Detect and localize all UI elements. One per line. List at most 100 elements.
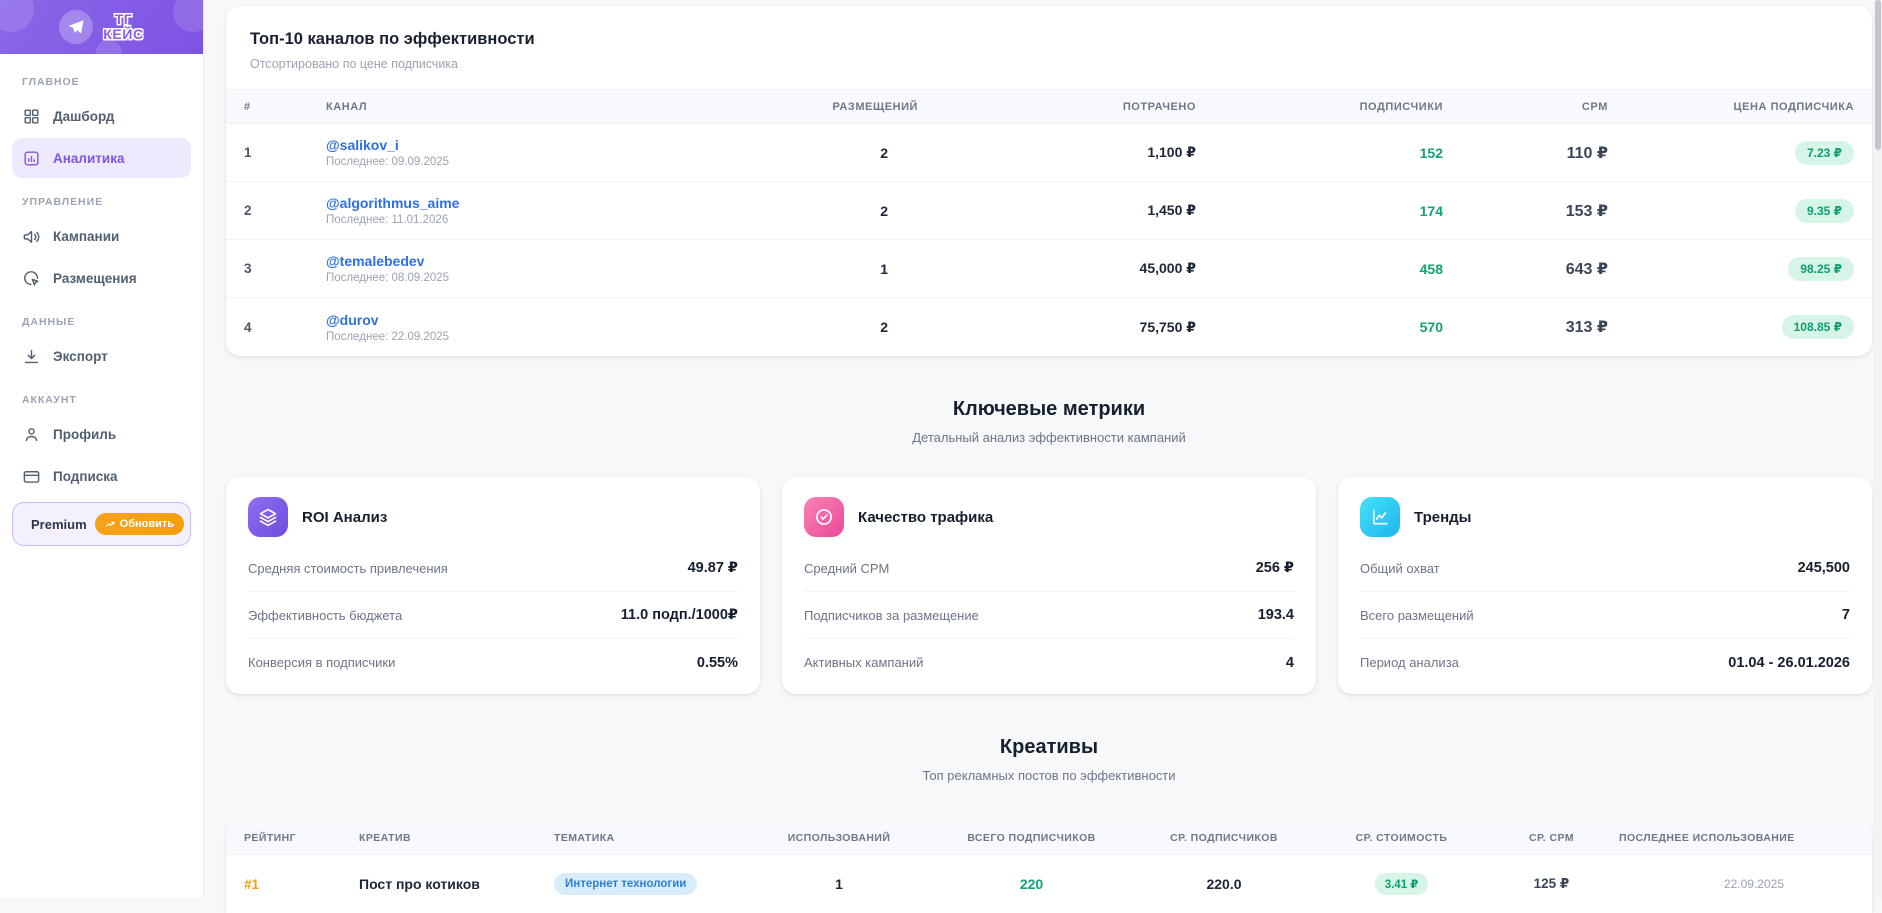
sidebar-item-campaigns[interactable]: Кампании: [12, 216, 191, 256]
col-spent: ПОТРАЧЕНО: [918, 101, 1196, 113]
cpm-value: 313 ₽: [1443, 317, 1608, 337]
sidebar-item-label: Экспорт: [53, 349, 108, 364]
sidebar-item-export[interactable]: Экспорт: [12, 336, 191, 376]
scrollbar-thumb[interactable]: [1875, 0, 1881, 150]
creative-name: Пост про котиков: [359, 876, 554, 892]
app-logo: ТГ КЕЙС: [0, 0, 203, 54]
sub-price-badge: 9.35 ₽: [1795, 199, 1854, 223]
metric-label: Всего размещений: [1360, 608, 1474, 623]
metric-label: Эффективность бюджета: [248, 608, 402, 623]
sidebar-item-analytics[interactable]: Аналитика: [12, 138, 191, 178]
creatives-section-title: Креативы: [226, 736, 1872, 759]
col-rating: РЕЙТИНГ: [244, 832, 359, 844]
row-rank: 1: [244, 145, 326, 160]
placements-value: 2: [668, 145, 918, 161]
metric-value: 193.4: [1258, 607, 1294, 623]
metric-row: Общий охват 245,500: [1360, 545, 1850, 592]
col-avg-cost: СР. СТОИМОСТЬ: [1319, 832, 1484, 844]
premium-banner: Premium Обновить: [12, 502, 191, 546]
cpm-value: 153 ₽: [1443, 201, 1608, 221]
channel-cell: @temalebedev Последнее: 08.09.2025: [326, 253, 668, 284]
roi-card: ROI Анализ Средняя стоимость привлечения…: [226, 477, 760, 694]
col-subscribers: ПОДПИСЧИКИ: [1196, 101, 1443, 113]
sidebar-item-label: Дашборд: [53, 109, 114, 124]
premium-label: Premium: [31, 517, 87, 532]
creatives-table-card: РЕЙТИНГ КРЕАТИВ ТЕМАТИКА ИСПОЛЬЗОВАНИЙ В…: [226, 821, 1872, 913]
app-logo-text: ТГ КЕЙС: [103, 12, 143, 41]
telegram-plane-icon: [59, 10, 93, 44]
col-placements: РАЗМЕЩЕНИЙ: [668, 101, 918, 113]
total-subscribers-value: 220: [934, 876, 1129, 892]
metric-value: 7: [1842, 607, 1850, 623]
sidebar-nav: ГЛАВНОЕ Дашборд Аналитика УПРАВЛЕНИЕ Кам…: [0, 76, 203, 496]
table-row: 1 @salikov_i Последнее: 09.09.2025 2 1,1…: [226, 124, 1872, 182]
topic-cell: Интернет технологии: [554, 873, 744, 895]
row-rank: 2: [244, 203, 326, 218]
sidebar-item-dashboard[interactable]: Дашборд: [12, 96, 191, 136]
trends-card-title: Тренды: [1414, 509, 1472, 526]
check-circle-icon: [804, 497, 844, 537]
metrics-section-title: Ключевые метрики: [226, 398, 1872, 421]
channel-link[interactable]: @salikov_i: [326, 137, 668, 153]
metrics-section-subtitle: Детальный анализ эффективности кампаний: [226, 430, 1872, 445]
sub-price-badge: 7.23 ₽: [1795, 141, 1854, 165]
metric-value: 11.0 подп./1000₽: [621, 607, 738, 623]
col-creative: КРЕАТИВ: [359, 832, 554, 844]
row-rank: 3: [244, 261, 326, 276]
sub-price-cell: 7.23 ₽: [1608, 141, 1854, 165]
metric-row: Активных кампаний 4: [804, 639, 1294, 686]
download-icon: [22, 347, 41, 366]
channel-link[interactable]: @algorithmus_aime: [326, 195, 668, 211]
metric-label: Средняя стоимость привлечения: [248, 561, 448, 576]
subscribers-value: 458: [1196, 261, 1443, 277]
col-channel: КАНАЛ: [326, 101, 668, 113]
upgrade-button[interactable]: Обновить: [95, 513, 184, 535]
traffic-quality-card-header: Качество трафика: [804, 497, 1294, 537]
metric-value: 245,500: [1798, 560, 1850, 576]
sidebar-item-label: Кампании: [53, 229, 119, 244]
sidebar-item-label: Подписка: [53, 469, 118, 484]
subscribers-value: 570: [1196, 319, 1443, 335]
sidebar-item-label: Размещения: [53, 271, 137, 286]
channel-link[interactable]: @durov: [326, 312, 668, 328]
metric-value: 256 ₽: [1256, 560, 1294, 576]
trends-card-header: Тренды: [1360, 497, 1850, 537]
creatives-table-head-row: РЕЙТИНГ КРЕАТИВ ТЕМАТИКА ИСПОЛЬЗОВАНИЙ В…: [226, 821, 1872, 855]
logo-bubble: [96, 40, 122, 54]
channels-table-header: Топ-10 каналов по эффективности Отсортир…: [226, 6, 1872, 89]
roi-card-header: ROI Анализ: [248, 497, 738, 537]
user-icon: [22, 425, 41, 444]
logo-bubble: [173, 0, 203, 32]
channel-cell: @salikov_i Последнее: 09.09.2025: [326, 137, 668, 168]
metric-label: Активных кампаний: [804, 655, 923, 670]
sidebar-item-label: Аналитика: [53, 151, 124, 166]
metric-value: 49.87 ₽: [688, 560, 738, 576]
sidebar-item-profile[interactable]: Профиль: [12, 414, 191, 454]
placements-value: 2: [668, 319, 918, 335]
sub-price-cell: 98.25 ₽: [1608, 257, 1854, 281]
cpm-value: 110 ₽: [1443, 143, 1608, 163]
metric-value: 01.04 - 26.01.2026: [1728, 655, 1850, 671]
traffic-quality-card-title: Качество трафика: [858, 509, 993, 526]
col-total-subscribers: ВСЕГО ПОДПИСЧИКОВ: [934, 832, 1129, 844]
table-row: #1 Пост про котиков Интернет технологии …: [226, 855, 1872, 913]
main-content: Топ-10 каналов по эффективности Отсортир…: [204, 0, 1882, 898]
sidebar-item-placements[interactable]: Размещения: [12, 258, 191, 298]
analytics-icon: [22, 149, 41, 168]
sidebar-item-subscription[interactable]: Подписка: [12, 456, 191, 496]
col-avg-subscribers: СР. ПОДПИСЧИКОВ: [1129, 832, 1319, 844]
spent-value: 1,450 ₽: [918, 202, 1196, 219]
channel-cell: @durov Последнее: 22.09.2025: [326, 312, 668, 343]
traffic-quality-card: Качество трафика Средний CPM 256 ₽ Подпи…: [782, 477, 1316, 694]
table-row: 3 @temalebedev Последнее: 08.09.2025 1 4…: [226, 240, 1872, 298]
table-row: 4 @durov Последнее: 22.09.2025 2 75,750 …: [226, 298, 1872, 356]
avg-subscribers-value: 220.0: [1129, 876, 1319, 892]
scrollbar-track[interactable]: [1874, 0, 1882, 898]
upgrade-button-label: Обновить: [120, 518, 174, 530]
channel-last-date: Последнее: 22.09.2025: [326, 331, 668, 343]
sub-price-cell: 9.35 ₽: [1608, 199, 1854, 223]
channel-link[interactable]: @temalebedev: [326, 253, 668, 269]
metric-label: Общий охват: [1360, 561, 1440, 576]
table-row: 2 @algorithmus_aime Последнее: 11.01.202…: [226, 182, 1872, 240]
col-sub-price: ЦЕНА ПОДПИСЧИКА: [1608, 101, 1854, 113]
